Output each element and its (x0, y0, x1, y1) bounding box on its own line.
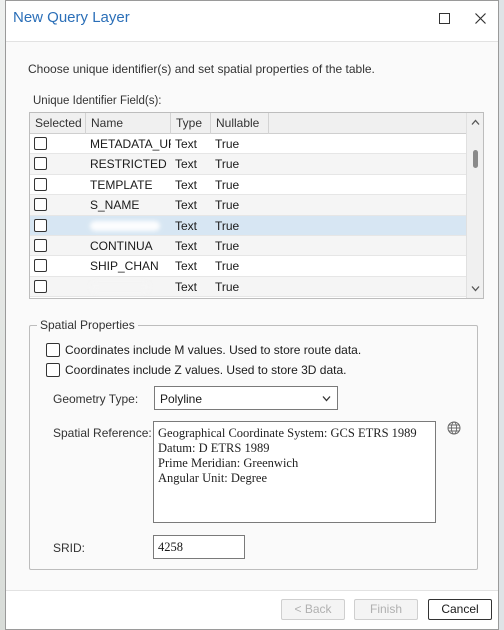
globe-icon[interactable] (447, 421, 461, 435)
row-type: Text (175, 157, 198, 172)
row-selected-checkbox[interactable] (34, 259, 47, 273)
row-type: Text (175, 239, 198, 253)
table-row[interactable]: S_NAME Text True (30, 195, 467, 216)
back-button[interactable]: < Back (281, 599, 345, 620)
row-type: Text (175, 279, 198, 294)
srid-label: SRID: (53, 541, 86, 555)
unique-identifier-label: Unique Identifier Field(s): (33, 95, 162, 107)
spatial-reference-line: Angular Unit: Degree (158, 471, 267, 485)
cancel-button[interactable]: Cancel (428, 599, 492, 620)
redacted-name (90, 220, 160, 231)
row-type: Text (175, 177, 198, 192)
row-nullable: True (215, 177, 240, 192)
column-header-name[interactable]: Name (86, 113, 171, 134)
table-row[interactable]: CONTINUA Text True (30, 236, 467, 257)
row-nullable: True (215, 218, 240, 233)
row-selected-checkbox[interactable] (34, 177, 47, 191)
row-name: CONTINUA (90, 239, 153, 253)
z-values-label: Coordinates include Z values. Used to st… (65, 363, 347, 377)
row-name: TEMPLATE (90, 177, 153, 192)
instructions-text: Choose unique identifier(s) and set spat… (28, 62, 375, 76)
chevron-down-icon (322, 396, 331, 402)
scroll-up-icon[interactable] (471, 118, 480, 127)
grid-vertical-scrollbar[interactable] (466, 113, 483, 298)
row-name: RESTRICTED (90, 157, 167, 172)
row-nullable: True (215, 137, 240, 151)
z-values-option[interactable]: Coordinates include Z values. Used to st… (46, 362, 346, 378)
row-type: Text (175, 218, 198, 233)
close-icon (474, 12, 486, 24)
table-row[interactable]: RESTRICTED Text True (30, 154, 467, 175)
dialog-title: New Query Layer (13, 9, 130, 26)
spatial-reference-line: Geographical Coordinate System: GCS ETRS… (158, 426, 417, 440)
spatial-reference-line: Prime Meridian: Greenwich (158, 456, 299, 470)
spatial-properties-title: Spatial Properties (37, 318, 138, 332)
close-button[interactable] (468, 7, 492, 29)
row-selected-checkbox[interactable] (34, 218, 47, 232)
table-row[interactable]: METADATA_URL Text True (30, 134, 467, 155)
row-selected-checkbox[interactable] (34, 198, 47, 212)
grid-body: METADATA_URL Text True RESTRICTED Text T… (30, 134, 467, 298)
maximize-icon (438, 12, 450, 24)
spatial-reference-line: Datum: D ETRS 1989 (158, 441, 270, 455)
table-row[interactable]: TEMPLATE Text True (30, 174, 467, 196)
scroll-thumb[interactable] (473, 150, 478, 168)
table-row-partial[interactable] (30, 297, 467, 298)
table-row[interactable]: SHIP_CHAN Text True (30, 256, 467, 277)
column-header-type[interactable]: Type (171, 113, 211, 134)
column-header-selected[interactable]: Selected (30, 113, 86, 134)
srid-field[interactable]: 4258 (153, 535, 245, 559)
maximize-button[interactable] (432, 7, 456, 29)
grid-header: Selected Name Type Nullable (30, 113, 467, 134)
row-nullable: True (215, 157, 240, 172)
row-selected-checkbox[interactable] (34, 157, 47, 171)
row-selected-checkbox[interactable] (34, 137, 47, 150)
finish-button[interactable]: Finish (354, 599, 418, 620)
scroll-down-icon[interactable] (471, 284, 480, 293)
z-values-checkbox[interactable] (46, 363, 60, 377)
m-values-checkbox[interactable] (46, 343, 60, 357)
spatial-reference-box[interactable]: Geographical Coordinate System: GCS ETRS… (153, 421, 436, 523)
row-selected-checkbox[interactable] (34, 239, 47, 252)
geometry-type-label: Geometry Type: (53, 392, 139, 406)
row-type: Text (175, 198, 198, 213)
row-name: METADATA_URL (90, 137, 171, 151)
unique-identifier-grid: Selected Name Type Nullable METADATA_URL… (29, 112, 484, 299)
redacted-name (90, 281, 150, 292)
geometry-type-value: Polyline (160, 392, 203, 406)
geometry-type-dropdown[interactable]: Polyline (154, 386, 338, 410)
table-row-selected[interactable]: Text True (30, 215, 467, 236)
new-query-layer-dialog: New Query Layer Choose unique identifier… (5, 0, 499, 630)
row-name: S_NAME (90, 198, 140, 213)
row-nullable: True (215, 198, 240, 213)
title-bar: New Query Layer (6, 1, 498, 37)
row-type: Text (175, 259, 198, 274)
column-header-nullable[interactable]: Nullable (211, 113, 269, 134)
row-selected-checkbox[interactable] (34, 279, 47, 293)
row-type: Text (175, 137, 198, 151)
m-values-option[interactable]: Coordinates include M values. Used to st… (46, 342, 361, 358)
row-nullable: True (215, 259, 240, 274)
row-nullable: True (215, 239, 240, 253)
row-nullable: True (215, 279, 240, 294)
spatial-properties-group: Spatial Properties Coordinates include M… (29, 318, 478, 570)
spatial-reference-label: Spatial Reference: (53, 426, 152, 440)
m-values-label: Coordinates include M values. Used to st… (65, 343, 362, 357)
table-row[interactable]: Text True (30, 276, 467, 298)
row-name: SHIP_CHAN (90, 259, 159, 274)
dialog-content: Choose unique identifier(s) and set spat… (6, 41, 498, 591)
